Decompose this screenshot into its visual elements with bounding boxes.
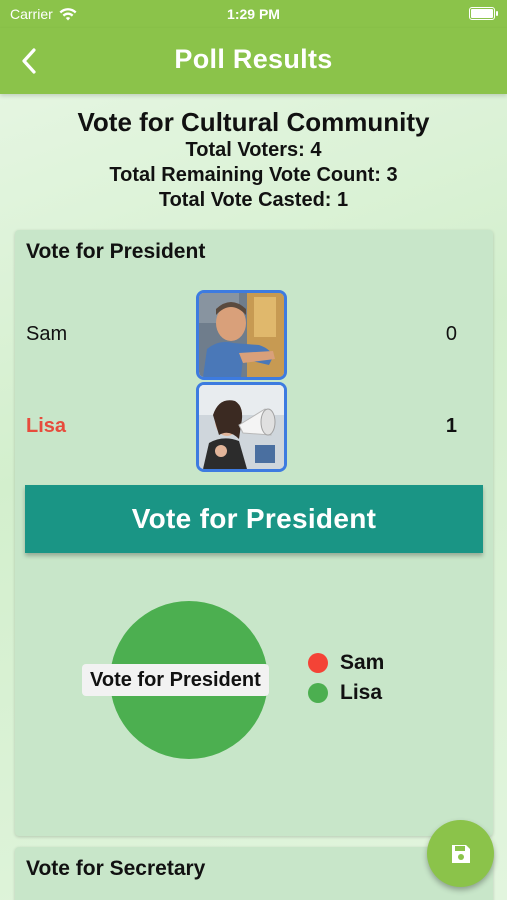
candidate-photo-lisa[interactable] [196, 382, 287, 472]
poll-title: Vote for Cultural Community [77, 107, 430, 137]
total-vote-casted: Total Vote Casted: 1 [158, 189, 349, 211]
battery-icon [469, 7, 498, 20]
pie-legend: Sam Lisa [308, 648, 384, 708]
secretary-section-card: Vote for Secretary [15, 847, 493, 900]
section-title: Vote for President [26, 240, 206, 263]
candidate-name: Sam [26, 323, 68, 345]
legend-item-sam: Sam [308, 648, 384, 678]
legend-label: Lisa [340, 681, 383, 704]
clock: 1:29 PM [227, 6, 280, 22]
save-icon [451, 844, 470, 863]
save-fab-button[interactable] [427, 820, 494, 887]
legend-dot [308, 683, 328, 703]
vote-for-president-button[interactable]: Vote for President [25, 485, 483, 553]
candidate-row-lisa[interactable]: Lisa 1 [15, 382, 493, 474]
legend-item-lisa: Lisa [308, 678, 384, 708]
page-title: Poll Results [174, 44, 333, 74]
woman-megaphone-photo [199, 385, 284, 469]
legend-dot [308, 653, 328, 673]
candidate-photo-sam[interactable] [196, 290, 287, 380]
president-section-card: Vote for President Sam 0 Lisa 1 Vote for… [15, 230, 493, 836]
total-voters: Total Voters: 4 [185, 139, 322, 161]
legend-label: Sam [340, 651, 385, 674]
app-bar: Poll Results [0, 28, 507, 94]
president-pie-chart: Vote for President Sam Lisa [15, 595, 493, 765]
candidate-vote-count: 1 [445, 415, 457, 437]
man-photo [199, 293, 284, 377]
candidate-vote-count: 0 [445, 323, 457, 345]
candidate-row-sam[interactable]: Sam 0 [15, 290, 493, 382]
section-title: Vote for Secretary [26, 857, 206, 880]
remaining-vote-count: Total Remaining Vote Count: 3 [109, 164, 398, 186]
status-bar: Carrier 1:29 PM [0, 0, 507, 28]
pie-chart-label: Vote for President [82, 664, 269, 696]
candidate-name: Lisa [26, 415, 67, 437]
poll-summary: Vote for Cultural Community Total Voters… [0, 106, 507, 213]
